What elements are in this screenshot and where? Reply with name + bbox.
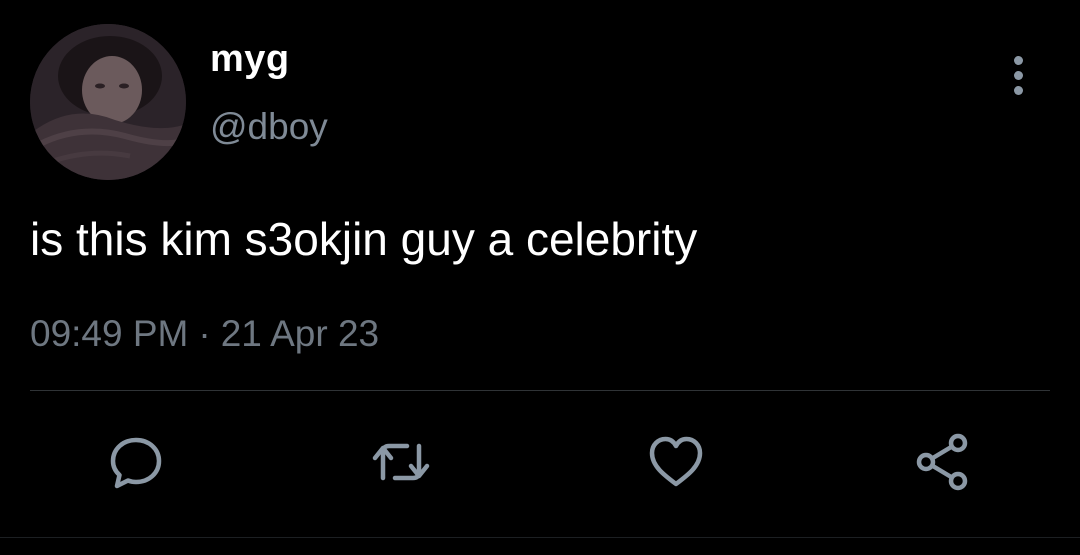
like-button[interactable] — [644, 430, 708, 494]
display-name[interactable]: myg — [210, 38, 290, 81]
heart-icon — [649, 436, 703, 487]
user-handle[interactable]: @dboy — [210, 106, 328, 148]
tweet-time[interactable]: 09:49 PM — [30, 313, 188, 354]
share-button[interactable] — [911, 430, 975, 494]
more-vertical-icon-dot — [1013, 70, 1023, 80]
retweet-icon — [372, 443, 430, 481]
meta-separator: · — [198, 313, 211, 354]
tweet-card: myg @dboy is this kim s3okjin guy a cele… — [0, 0, 1080, 555]
more-vertical-icon — [1013, 55, 1023, 65]
divider — [30, 390, 1050, 391]
reply-button[interactable] — [104, 430, 168, 494]
retweet-button[interactable] — [369, 430, 433, 494]
reply-icon — [110, 437, 162, 489]
tweet-metadata: 09:49 PM · 21 Apr 23 — [30, 313, 379, 355]
bottom-border — [0, 537, 1080, 538]
avatar[interactable] — [30, 24, 186, 180]
share-icon — [916, 433, 968, 491]
avatar-photo — [30, 24, 186, 180]
more-options-button[interactable] — [1000, 50, 1036, 100]
more-vertical-icon-dot — [1013, 85, 1023, 95]
tweet-date[interactable]: 21 Apr 23 — [221, 313, 379, 354]
tweet-text: is this kim s3okjin guy a celebrity — [30, 213, 698, 265]
